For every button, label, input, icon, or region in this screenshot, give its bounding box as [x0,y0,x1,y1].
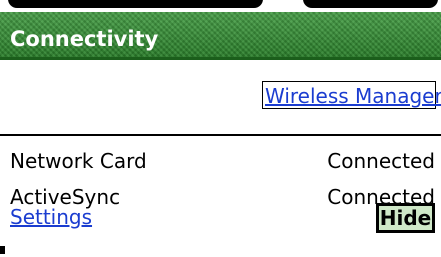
hide-button[interactable]: Hide [376,203,435,233]
taskbar-tab-right [303,0,438,8]
bottom-edge-marker [0,246,5,254]
top-taskbar-edge [0,0,441,12]
connection-row-network-card: Network Card Connected [0,147,441,175]
taskbar-tab-left [8,0,263,8]
window-title: Connectivity [10,27,159,51]
wireless-manager-link[interactable]: Wireless Manager [262,81,441,109]
connection-name: Network Card [10,149,147,173]
connection-status: Connected [327,149,435,173]
divider [0,134,441,136]
title-bar: Connectivity [0,12,441,60]
settings-link[interactable]: Settings [10,203,92,231]
